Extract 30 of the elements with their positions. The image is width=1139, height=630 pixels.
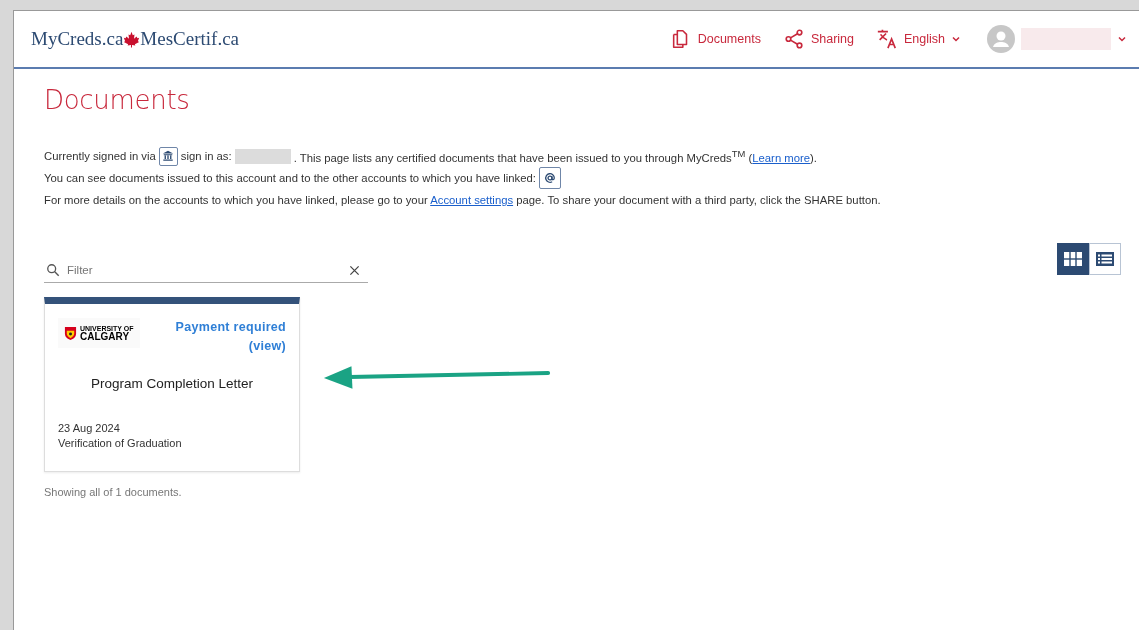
sharing-link[interactable]: Sharing xyxy=(810,32,854,46)
document-date: 23 Aug 2024 xyxy=(58,422,121,434)
caret-icon[interactable] xyxy=(1117,34,1127,44)
documents-link[interactable]: Documents xyxy=(697,32,761,46)
clear-icon[interactable] xyxy=(349,265,360,276)
list-view-button[interactable] xyxy=(1089,243,1121,275)
payment-status-link[interactable]: Payment required (view) xyxy=(175,318,286,356)
site-logo[interactable]: MyCreds.ca MesCertif.ca xyxy=(31,28,239,50)
account-settings-link[interactable]: Account settings xyxy=(430,194,514,206)
intro-text: sign in as: xyxy=(180,150,232,162)
page-title: Documents xyxy=(44,85,191,115)
language-link[interactable]: English xyxy=(904,32,945,46)
document-count: Showing all of 1 documents. xyxy=(44,486,183,498)
intro-text: For more details on the accounts to which you have linked, please go to your Account settings page. To share your document with a third party, click the SHARE button. xyxy=(44,194,881,206)
intro-text: . This page lists any certified documents that have been issued to you through MyCreds$^{TM}$ (Learn more). xyxy=(293,148,817,164)
document-title: Program Completion Letter xyxy=(89,376,255,391)
translate-icon[interactable] xyxy=(876,28,898,50)
redacted-account xyxy=(234,148,291,164)
maple-leaf-icon xyxy=(123,30,141,48)
list-icon xyxy=(1096,252,1114,266)
caret-icon[interactable] xyxy=(951,34,961,44)
grid-view-button[interactable] xyxy=(1057,243,1089,275)
grid-icon xyxy=(1064,252,1082,266)
learn-more-link[interactable]: Learn more xyxy=(752,151,811,164)
intro-text: Currently signed in via xyxy=(44,150,156,162)
share-icon[interactable] xyxy=(782,28,805,50)
email-icon xyxy=(538,167,561,189)
document-type: Verification of Graduation xyxy=(58,437,183,449)
intro-text: You can see documents issued to this account and to the other accounts to which you have linked: xyxy=(44,172,536,184)
institution-icon xyxy=(158,146,178,166)
